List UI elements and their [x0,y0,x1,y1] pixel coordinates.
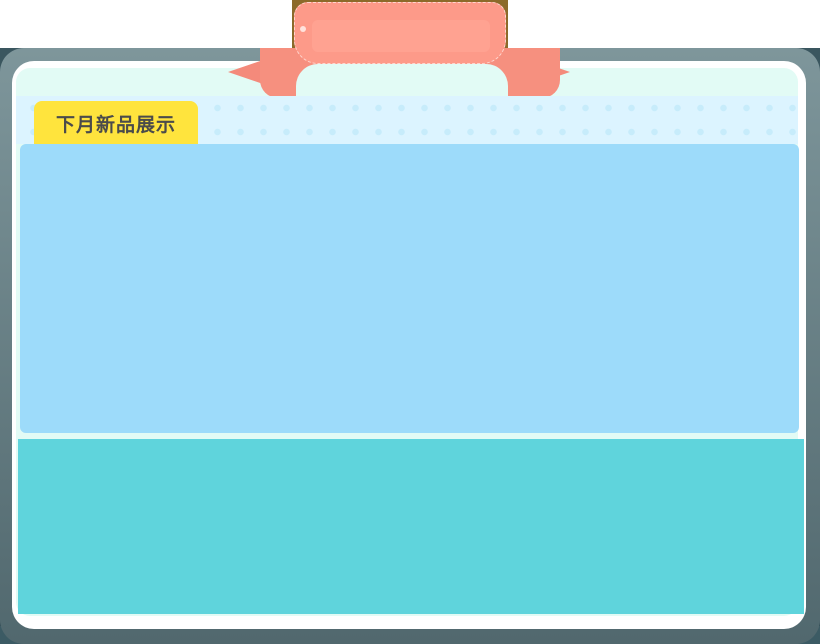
tab-next-month-new-items[interactable]: 下月新品展示 [34,101,198,145]
ribbon-shine [300,26,306,32]
new-item-preview-area [20,144,799,433]
popup-footer-area [18,439,804,614]
tab-label: 下月新品展示 [55,113,176,136]
ribbon-highlight [312,20,490,52]
